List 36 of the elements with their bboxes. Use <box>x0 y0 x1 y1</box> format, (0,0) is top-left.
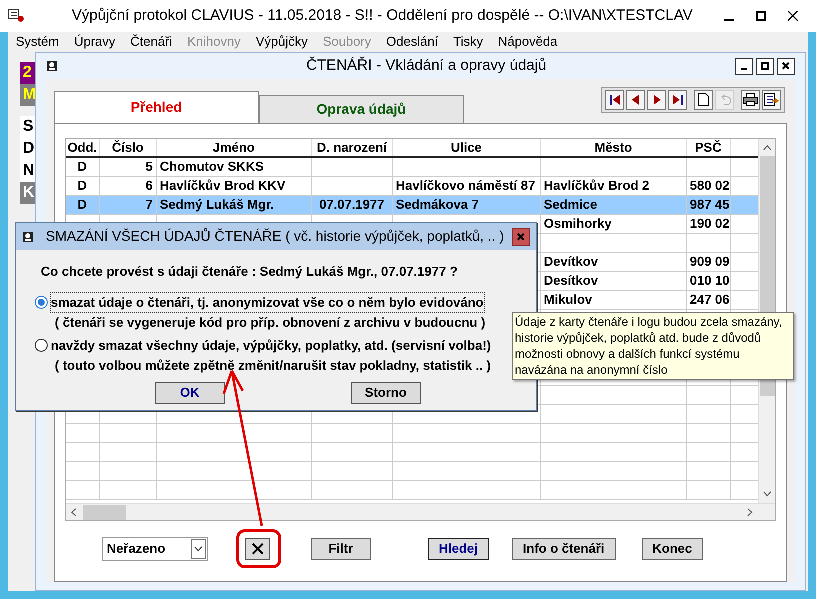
dialog-question: Co chcete provést s údaji čtenáře : Sedmý Lukáš Mgr., 07.07.1977 ? <box>41 263 459 281</box>
table-cell: Desítkov <box>544 273 598 288</box>
table-cell: D <box>78 178 88 193</box>
option-note: ( touto volbou můžete zpětně změnit/narušit stav pokladny, statistik .. ) <box>55 357 492 375</box>
table-cell: Chomutov SKKS <box>160 159 264 174</box>
table-cell: 190 02 <box>690 216 730 231</box>
table-cell: Havlíčkovo náměstí 87 <box>396 178 536 193</box>
table-cell: 580 02 <box>690 178 730 193</box>
table-cell: 7 <box>146 197 153 212</box>
table-cell: 247 06 <box>690 292 730 307</box>
table-cell: 987 45 <box>690 197 730 212</box>
child-window-title: ČTENÁŘI - Vkládání a opravy údajů <box>305 56 548 76</box>
table-cell: Sedmice <box>544 197 598 212</box>
tooltip: Údaje z karty čtenáře i logu budou zcela smazány, historie výpůjček, poplatků atd. bude z důvodů možnosti obnovy a dalších funkcí systému navázána na anonymní číslo <box>512 312 794 380</box>
table-cell: Osmihorky <box>544 216 612 231</box>
table-cell: Havlíčkův Brod 2 <box>544 178 650 193</box>
window-title: Výpůjční protokol CLAVIUS - 11.05.2018 - S!! - Oddělení pro dospělé -- O:\IVAN\XTESTCLAV <box>72 6 693 26</box>
table-cell: Sedmákova 7 <box>396 197 480 212</box>
panel-label: S <box>20 116 35 138</box>
option-note: ( čtenáři se vygeneruje kód pro příp. obnovení z archivu v budoucnu ) <box>55 314 486 332</box>
panel-label: K <box>20 182 35 204</box>
table-cell: D <box>78 197 88 212</box>
table-cell: Sedmý Lukáš Mgr. <box>160 197 274 212</box>
table-cell: D <box>78 159 88 174</box>
table-cell: 5 <box>146 159 153 174</box>
table-cell: 010 10 <box>690 273 730 288</box>
table-cell: 909 09 <box>690 254 730 269</box>
table-cell: Mikulov <box>544 292 592 307</box>
table-cell: Devítkov <box>544 254 598 269</box>
table-cell: Havlíčkův Brod KKV <box>160 178 286 193</box>
table-cell: 6 <box>146 178 153 193</box>
dialog-title: SMAZÁNÍ VŠECH ÚDAJŮ ČTENÁŘE ( vč. historie výpůjček, poplatků, .. ) <box>46 227 504 246</box>
panel-label: D <box>20 138 35 160</box>
table-cell: 07.07.1977 <box>319 197 385 212</box>
panel-label: N <box>20 160 35 182</box>
panel-label: 2 <box>20 62 35 84</box>
